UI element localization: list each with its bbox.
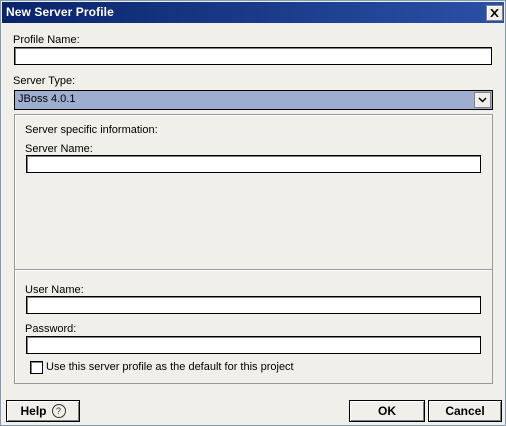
cancel-button-label: Cancel — [445, 404, 485, 418]
default-profile-checkbox-label[interactable]: Use this server profile as the default f… — [46, 361, 294, 373]
user-name-input[interactable] — [26, 296, 481, 314]
server-type-select[interactable]: JBoss 4.0.1 — [14, 90, 493, 110]
chevron-down-icon — [478, 97, 487, 103]
server-type-label: Server Type: — [13, 75, 76, 87]
help-button-label: Help — [20, 404, 47, 418]
new-server-profile-dialog: New Server Profile Profile Name: Server … — [0, 0, 506, 426]
group-divider — [15, 269, 492, 271]
close-icon — [490, 9, 499, 17]
question-circle-icon: ? — [51, 404, 66, 418]
profile-name-label: Profile Name: — [13, 34, 80, 46]
default-profile-checkbox[interactable] — [30, 361, 43, 374]
close-button[interactable] — [486, 5, 503, 21]
user-name-label: User Name: — [25, 284, 84, 296]
password-label: Password: — [25, 323, 77, 335]
server-type-dropdown-button[interactable] — [474, 92, 491, 108]
server-name-input[interactable] — [26, 155, 481, 173]
server-type-value: JBoss 4.0.1 — [18, 93, 76, 105]
title-bar[interactable]: New Server Profile — [2, 2, 504, 23]
ok-button[interactable]: OK — [349, 400, 425, 422]
window-title: New Server Profile — [6, 5, 114, 19]
profile-name-input[interactable] — [14, 47, 492, 65]
ok-button-label: OK — [378, 404, 396, 418]
password-input[interactable] — [26, 336, 481, 354]
help-button[interactable]: Help ? — [6, 400, 80, 422]
cancel-button[interactable]: Cancel — [428, 400, 502, 422]
server-name-label: Server Name: — [25, 143, 93, 155]
server-info-heading: Server specific information: — [25, 124, 158, 136]
